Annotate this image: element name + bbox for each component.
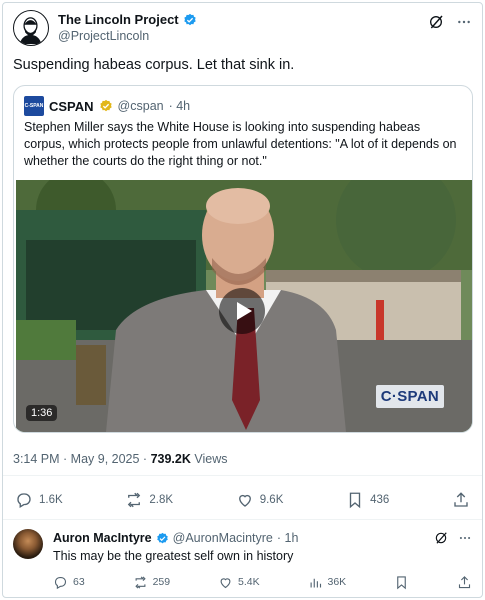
reply-icon <box>17 493 31 508</box>
quoted-tweet[interactable]: C-SPAN CSPAN @cspan · 4h Stephen Miller … <box>13 85 473 433</box>
reply-text: This may be the greatest self own in his… <box>53 549 294 563</box>
timestamp-text[interactable]: 3:14 PM · May 9, 2025 · <box>13 452 151 466</box>
verified-badge-icon <box>183 13 196 25</box>
quote-text: Stephen Miller says the White House is l… <box>24 120 457 168</box>
reply-count: 63 <box>73 576 85 588</box>
repost-icon <box>134 575 146 589</box>
like-count: 5.4K <box>238 576 260 588</box>
bookmark-icon <box>397 575 406 589</box>
like-button[interactable]: 9.6K <box>236 491 284 509</box>
reply-header-icons <box>434 531 472 545</box>
views-count: 36K <box>327 576 347 588</box>
reply-tweet[interactable]: Auron MacIntyre @AuronMacintyre · 1h Thi… <box>13 529 472 595</box>
reply-button[interactable]: 63 <box>53 575 85 590</box>
reply-icon <box>54 576 67 589</box>
reply-author-row: Auron MacIntyre @AuronMacintyre · 1h <box>53 531 298 545</box>
heart-icon <box>220 577 231 588</box>
share-button[interactable] <box>457 575 472 590</box>
reply-action-bar: 63 259 5.4K 36K <box>53 574 472 590</box>
header-icons <box>428 14 472 30</box>
avatar[interactable] <box>13 10 49 46</box>
avatar[interactable] <box>13 529 43 559</box>
author-row: The Lincoln Project <box>58 12 197 27</box>
repost-count: 259 <box>152 576 171 588</box>
video-player[interactable]: 1:36 C·SPAN <box>16 180 472 432</box>
reply-count: 1.6K <box>39 494 63 506</box>
grok-icon[interactable] <box>434 531 448 545</box>
tweet-timestamp: 3:14 PM · May 9, 2025 · 739.2K Views <box>13 452 227 466</box>
more-icon[interactable] <box>456 14 472 30</box>
share-icon <box>458 575 471 588</box>
quote-author-handle[interactable]: @cspan <box>118 99 164 113</box>
verified-badge-icon <box>99 99 112 112</box>
bookmark-button[interactable]: 436 <box>346 491 389 509</box>
author-handle[interactable]: @ProjectLincoln <box>58 29 149 43</box>
tweet-text: Suspending habeas corpus. Let that sink … <box>13 57 295 73</box>
heart-icon <box>238 494 251 507</box>
reply-age: · 1h <box>276 531 299 545</box>
more-icon[interactable] <box>458 531 472 545</box>
quote-header: C-SPAN CSPAN @cspan · 4h <box>24 96 190 116</box>
tweet-header: The Lincoln Project @ProjectLincoln <box>13 10 472 46</box>
repost-icon <box>128 492 141 508</box>
bookmark-icon <box>349 492 361 509</box>
divider <box>3 519 482 520</box>
share-icon <box>454 492 468 507</box>
bookmark-count: 436 <box>370 494 390 506</box>
grok-icon[interactable] <box>428 14 444 30</box>
like-count: 9.6K <box>259 494 284 506</box>
repost-count: 2.8K <box>149 494 174 506</box>
like-button[interactable]: 5.4K <box>218 575 260 590</box>
reply-author-handle[interactable]: @AuronMacintyre <box>173 531 273 545</box>
divider <box>3 475 482 476</box>
action-bar: 1.6K 2.8K 9.6K 436 <box>15 490 470 510</box>
cspan-logo: C-SPAN <box>24 96 44 116</box>
share-button[interactable] <box>452 491 470 509</box>
views-label: Views <box>190 452 228 466</box>
reply-author-name[interactable]: Auron MacIntyre <box>53 531 152 545</box>
quote-age: · 4h <box>168 99 191 113</box>
views-button[interactable]: 36K <box>308 575 347 590</box>
author-name[interactable]: The Lincoln Project <box>58 12 179 27</box>
views-count: 739.2K <box>150 452 191 466</box>
repost-button[interactable]: 259 <box>133 575 171 590</box>
quote-author-name[interactable]: CSPAN <box>49 99 94 114</box>
play-button[interactable] <box>219 288 265 334</box>
reply-button[interactable]: 1.6K <box>15 491 63 509</box>
bookmark-button[interactable] <box>394 575 409 590</box>
repost-button[interactable]: 2.8K <box>125 491 173 509</box>
tweet-card: The Lincoln Project @ProjectLincoln Susp… <box>2 2 483 598</box>
analytics-icon <box>310 578 321 587</box>
verified-badge-icon <box>156 532 168 543</box>
cspan-watermark: C·SPAN <box>375 385 444 408</box>
video-duration: 1:36 <box>26 405 58 421</box>
